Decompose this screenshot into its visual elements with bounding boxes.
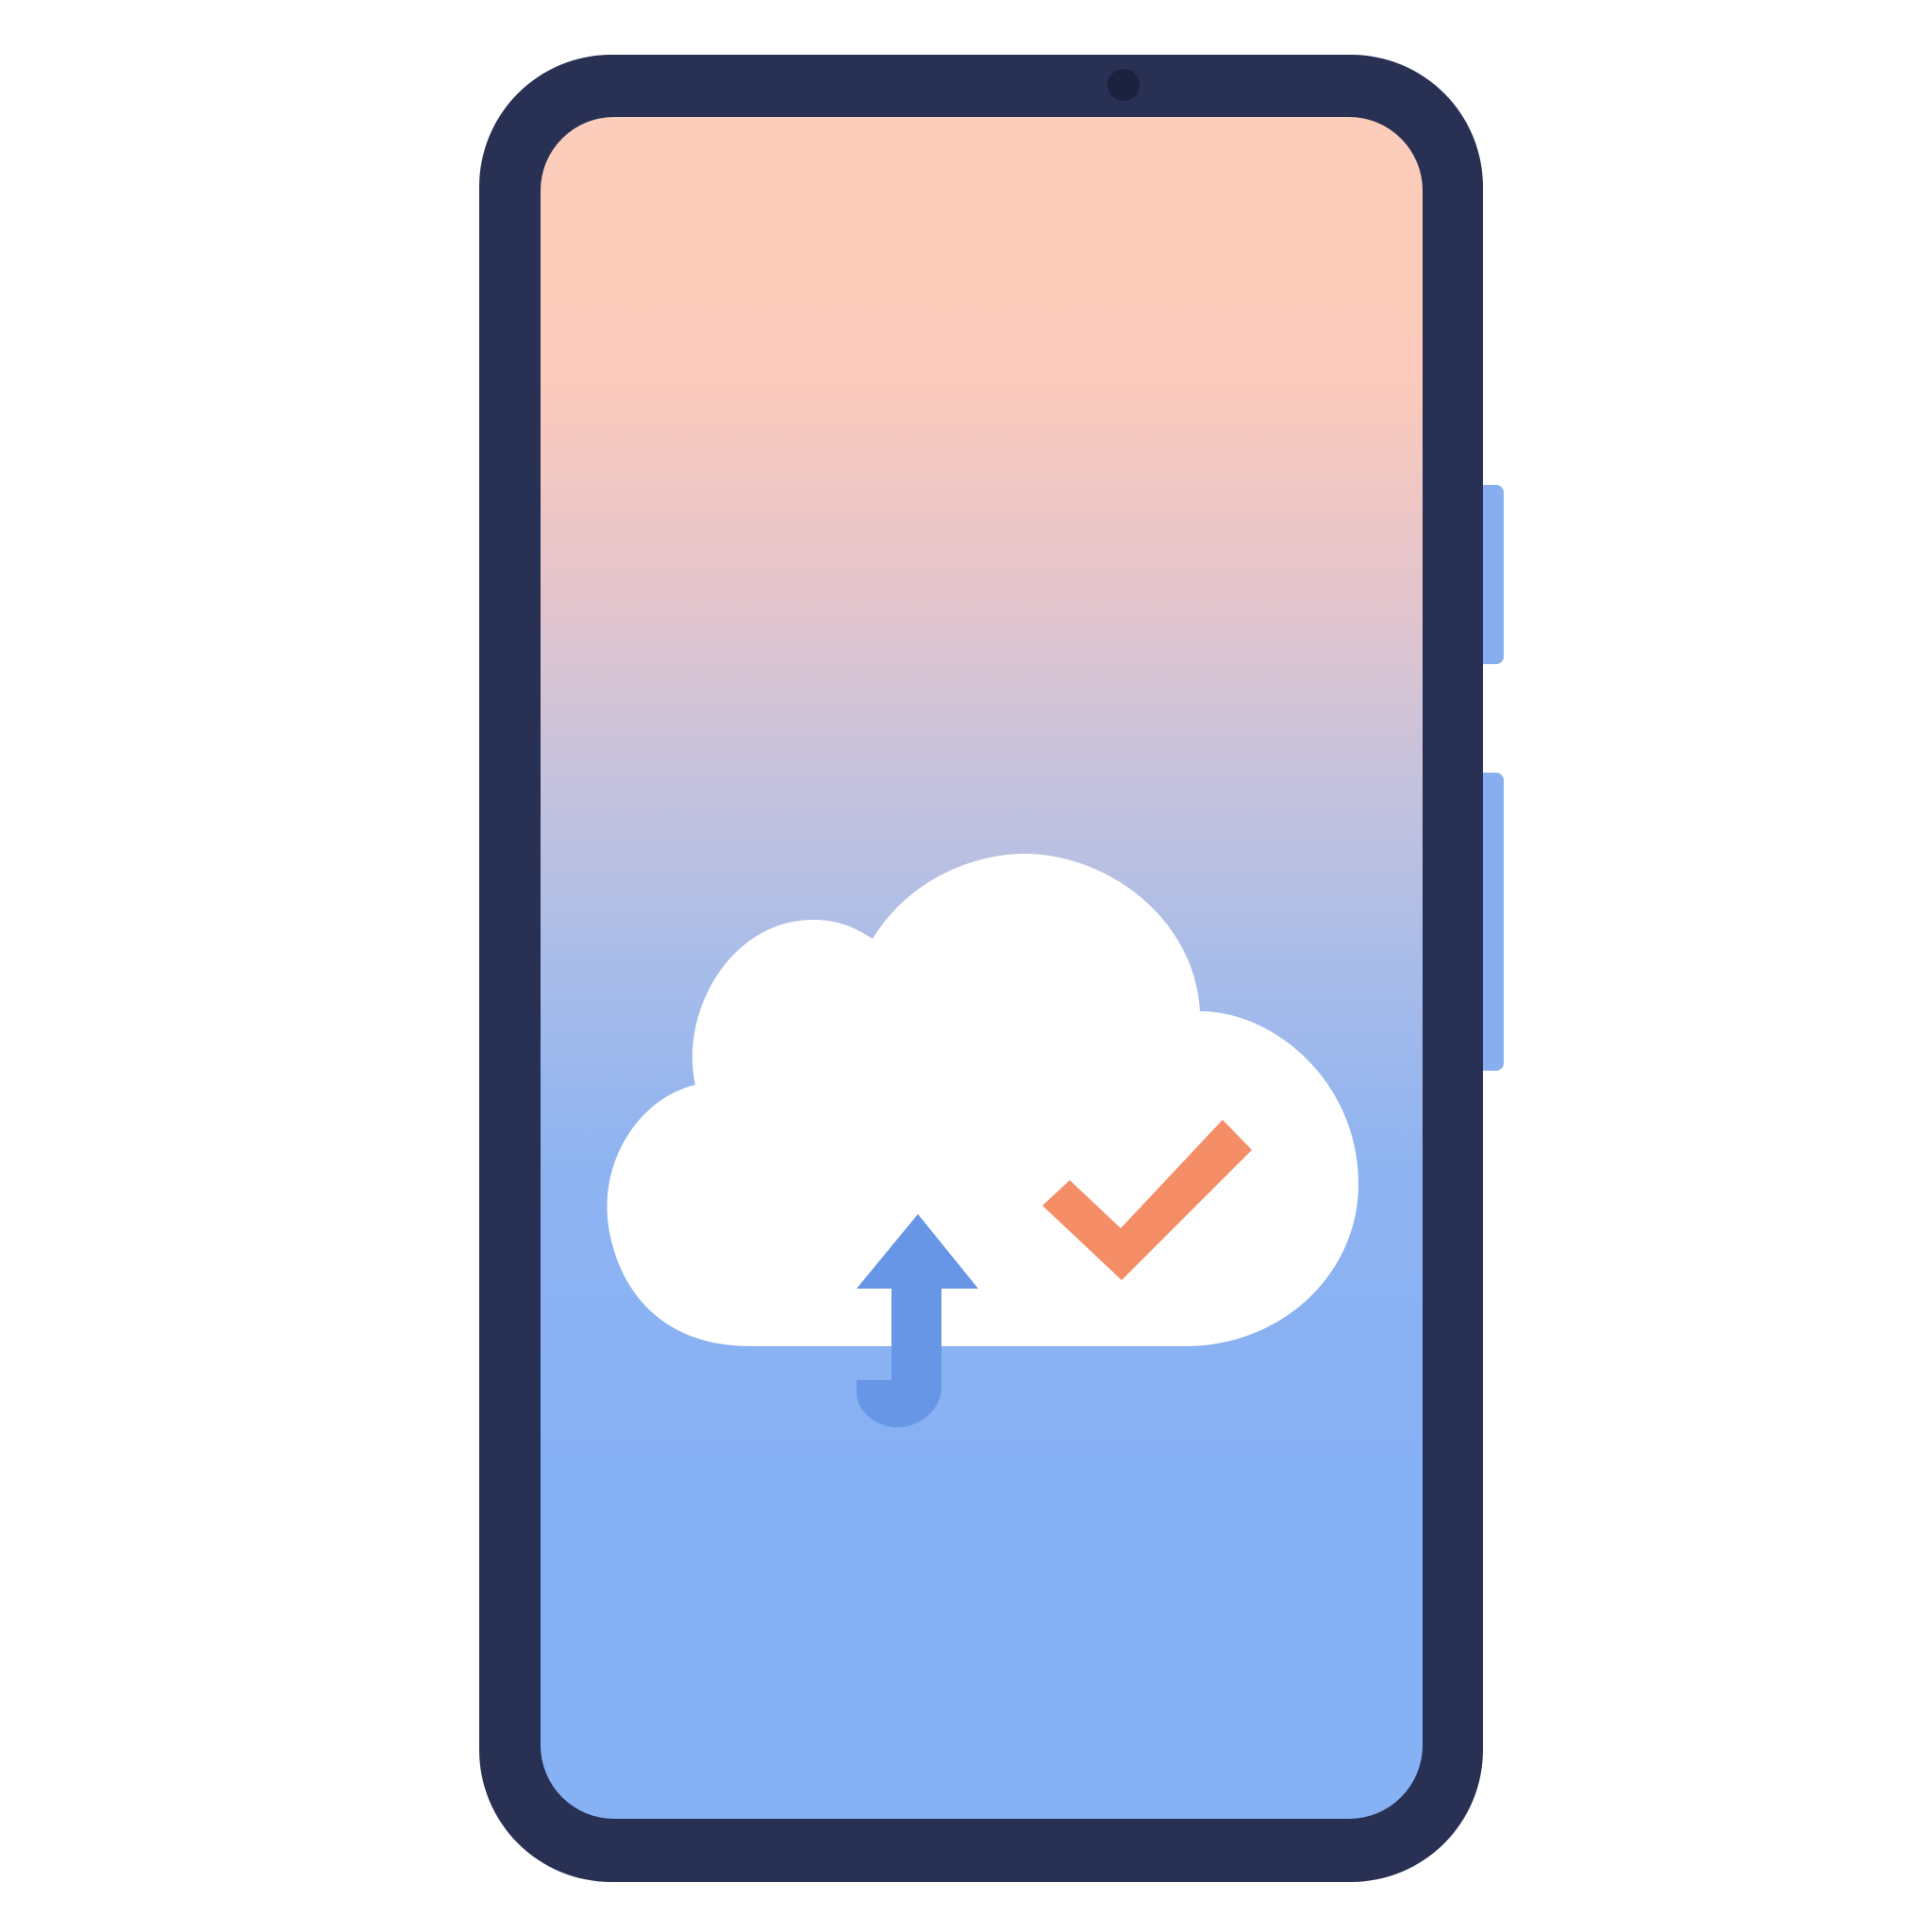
cloud-icon bbox=[607, 854, 1358, 1346]
stage bbox=[0, 0, 1932, 1932]
cloud-sync-illustration bbox=[607, 854, 1358, 1427]
